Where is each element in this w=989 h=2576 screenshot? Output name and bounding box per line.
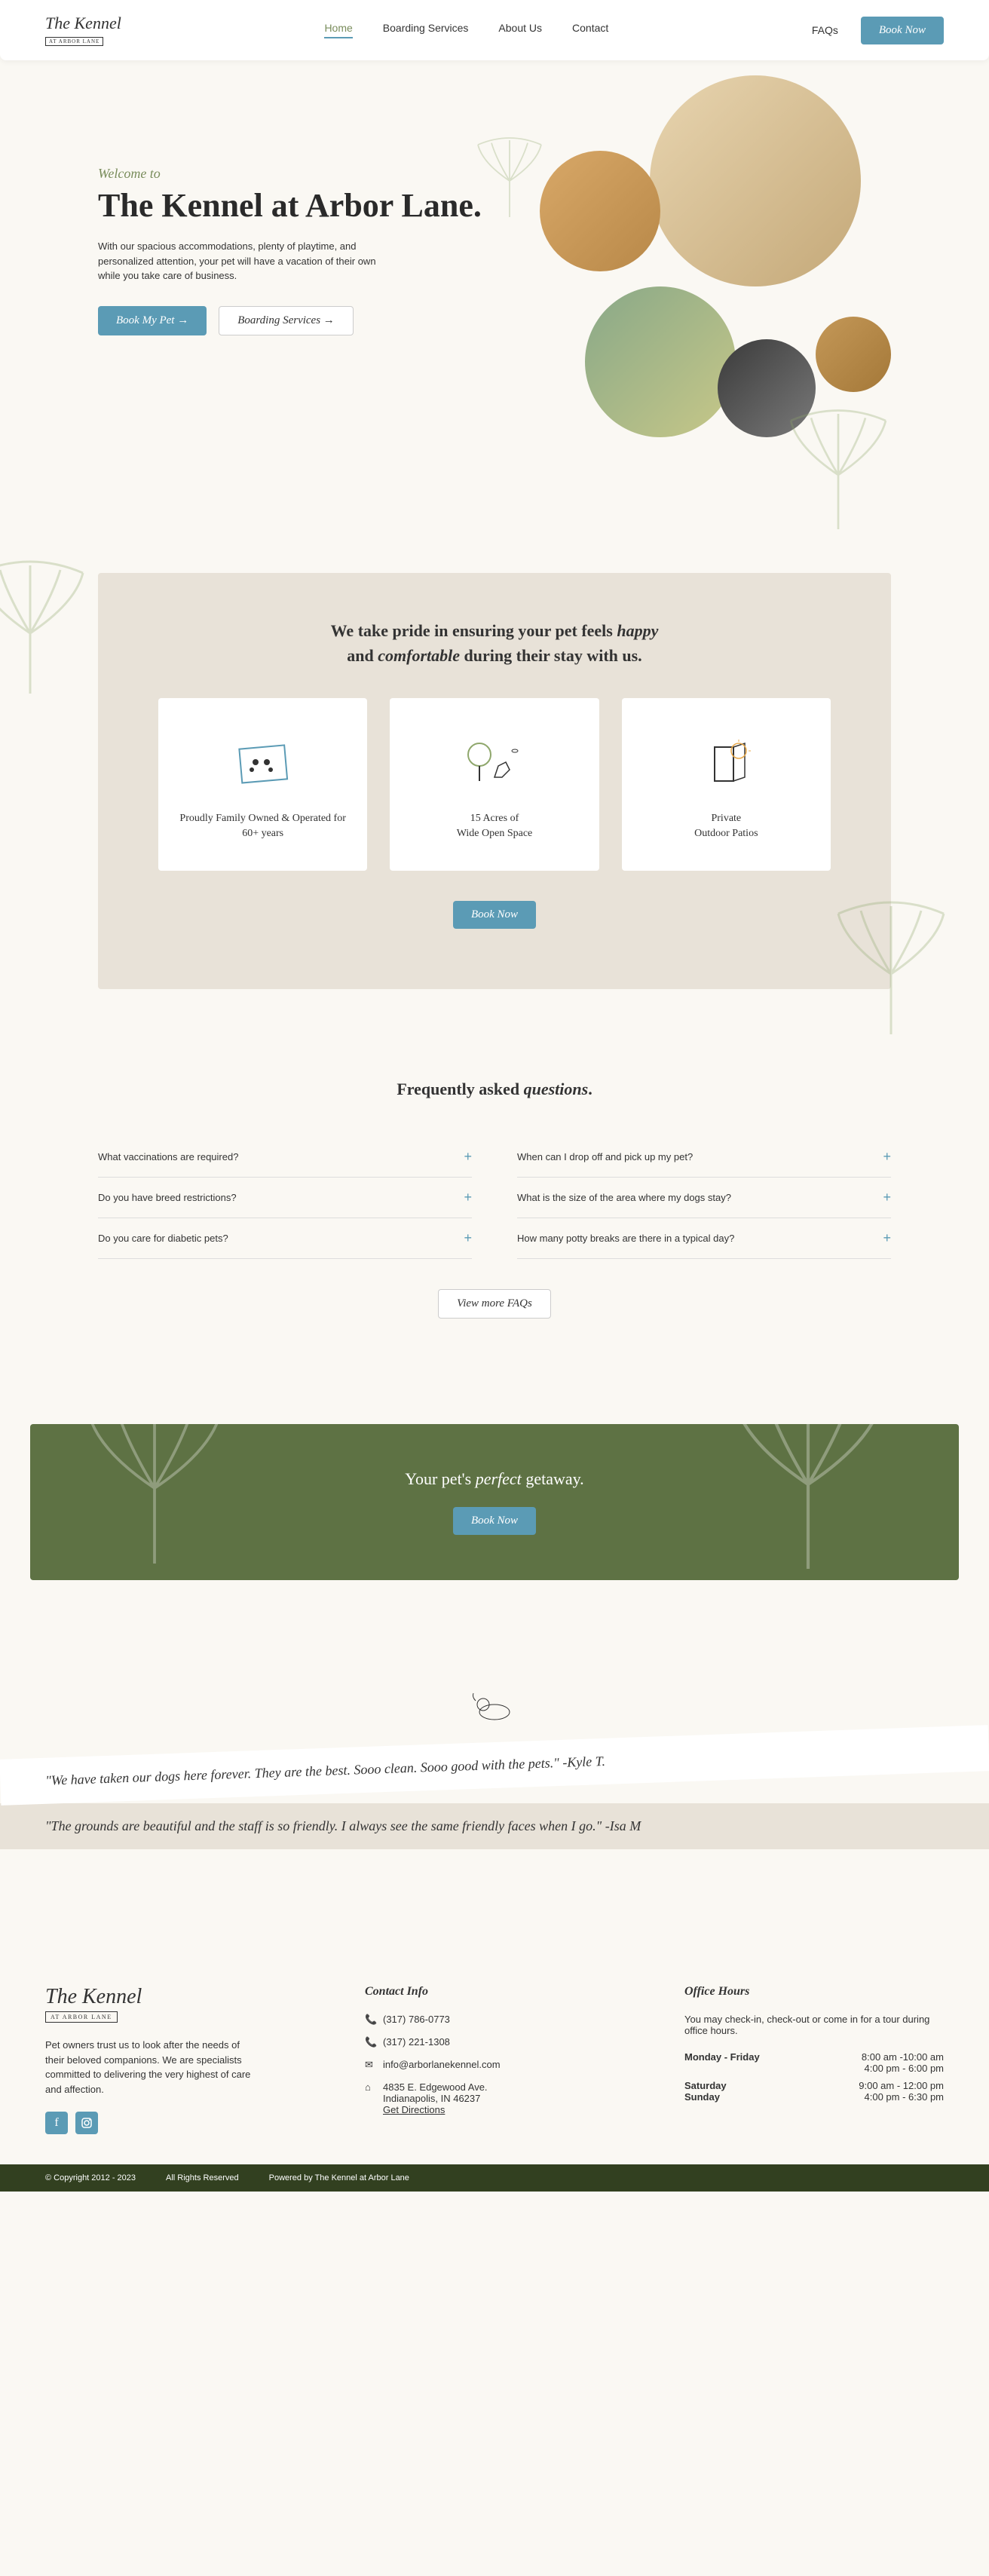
cta-book-button[interactable]: Book Now <box>453 1507 536 1535</box>
phone-icon: 📞 <box>365 2036 375 2048</box>
address: ⌂4835 E. Edgewood Ave.Indianapolis, IN 4… <box>365 2081 624 2115</box>
book-now-button[interactable]: Book Now <box>861 17 944 44</box>
hero-image-house <box>585 286 736 437</box>
features-book-button[interactable]: Book Now <box>453 901 536 929</box>
home-icon: ⌂ <box>365 2081 375 2115</box>
email[interactable]: ✉info@arborlanekennel.com <box>365 2059 624 2071</box>
ginkgo-leaf-icon <box>703 1424 914 1580</box>
faq-item[interactable]: What vaccinations are required?+ <box>98 1137 472 1178</box>
hours-description: You may check-in, check-out or come in f… <box>684 2014 944 2036</box>
view-more-faqs-button[interactable]: View more FAQs <box>438 1289 551 1319</box>
footer-logo: The Kennel <box>45 1985 305 2009</box>
get-directions-link[interactable]: Get Directions <box>383 2104 445 2115</box>
feature-card-family: Proudly Family Owned & Operated for 60+ … <box>158 698 367 871</box>
nav-contact[interactable]: Contact <box>572 22 608 38</box>
feature-card-acres: 15 Acres of Wide Open Space <box>390 698 599 871</box>
paw-frame-icon <box>173 728 352 796</box>
hero-images <box>494 121 891 498</box>
nav-boarding[interactable]: Boarding Services <box>383 22 469 38</box>
feature-text: 15 Acres of Wide Open Space <box>405 811 583 841</box>
hours-row: Monday - Friday 8:00 am -10:00 am 4:00 p… <box>684 2051 944 2074</box>
feature-text: Private Outdoor Patios <box>637 811 816 841</box>
contact-heading: Contact Info <box>365 1985 624 1999</box>
facebook-icon[interactable]: f <box>45 2112 68 2134</box>
email-icon: ✉ <box>365 2059 375 2071</box>
phone-1[interactable]: 📞(317) 786-0773 <box>365 2014 624 2026</box>
ginkgo-leaf-icon <box>816 899 966 1049</box>
cta-banner: Your pet's perfect getaway. Book Now <box>30 1424 959 1580</box>
hero-image-dog-large <box>650 75 861 286</box>
book-my-pet-button[interactable]: Book My Pet → <box>98 306 207 335</box>
nav-faqs[interactable]: FAQs <box>812 24 838 36</box>
dog-sketch-icon <box>464 1686 525 1723</box>
phone-icon: 📞 <box>365 2014 375 2026</box>
feature-text: Proudly Family Owned & Operated for 60+ … <box>173 811 352 841</box>
plus-icon: + <box>464 1230 472 1246</box>
faq-item[interactable]: Do you care for diabetic pets?+ <box>98 1218 472 1259</box>
testimonial: "The grounds are beautiful and the staff… <box>0 1803 989 1849</box>
logo[interactable]: The Kennel AT ARBOR LANE <box>45 14 121 47</box>
plus-icon: + <box>464 1190 472 1205</box>
testimonials-section: "We have taken our dogs here forever. Th… <box>0 1625 989 1910</box>
phone-2[interactable]: 📞(317) 221-1308 <box>365 2036 624 2048</box>
ginkgo-leaf-icon <box>464 136 555 226</box>
footer-description: Pet owners trust us to look after the ne… <box>45 2038 256 2097</box>
faq-item[interactable]: When can I drop off and pick up my pet?+ <box>517 1137 891 1178</box>
hero-title: The Kennel at Arbor Lane. <box>98 188 494 224</box>
faq-item[interactable]: What is the size of the area where my do… <box>517 1178 891 1218</box>
faq-item[interactable]: Do you have breed restrictions?+ <box>98 1178 472 1218</box>
plus-icon: + <box>883 1149 891 1165</box>
ginkgo-leaf-icon <box>0 558 106 709</box>
instagram-icon[interactable] <box>75 2112 98 2134</box>
copyright-bar: © Copyright 2012 - 2023 All Rights Reser… <box>0 2164 989 2192</box>
faq-title: Frequently asked questions. <box>98 1080 891 1099</box>
features-section: We take pride in ensuring your pet feels… <box>98 573 891 989</box>
feature-card-patios: Private Outdoor Patios <box>622 698 831 871</box>
ginkgo-leaf-icon <box>770 407 906 543</box>
hero-image-dog-small <box>540 151 660 271</box>
ginkgo-leaf-icon <box>60 1424 249 1580</box>
plus-icon: + <box>883 1190 891 1205</box>
hero-section: Welcome to The Kennel at Arbor Lane. Wit… <box>0 60 989 573</box>
testimonial: "We have taken our dogs here forever. Th… <box>0 1725 989 1806</box>
hours-heading: Office Hours <box>684 1985 944 1999</box>
features-title: We take pride in ensuring your pet feels… <box>158 618 831 668</box>
door-sun-icon <box>637 728 816 796</box>
footer: The Kennel AT ARBOR LANE Pet owners trus… <box>0 1910 989 2164</box>
plus-icon: + <box>883 1230 891 1246</box>
boarding-services-button[interactable]: Boarding Services → <box>219 306 354 335</box>
header: The Kennel AT ARBOR LANE Home Boarding S… <box>0 0 989 60</box>
hours-row: Saturday Sunday 9:00 am - 12:00 pm 4:00 … <box>684 2080 944 2103</box>
welcome-text: Welcome to <box>98 166 494 182</box>
hero-description: With our spacious accommodations, plenty… <box>98 239 384 283</box>
main-nav: Home Boarding Services About Us Contact <box>324 22 608 38</box>
plus-icon: + <box>464 1149 472 1165</box>
nav-home[interactable]: Home <box>324 22 352 38</box>
hero-image-golden <box>816 317 891 392</box>
nav-about[interactable]: About Us <box>498 22 542 38</box>
faq-item[interactable]: How many potty breaks are there in a typ… <box>517 1218 891 1259</box>
dog-tree-icon <box>405 728 583 796</box>
